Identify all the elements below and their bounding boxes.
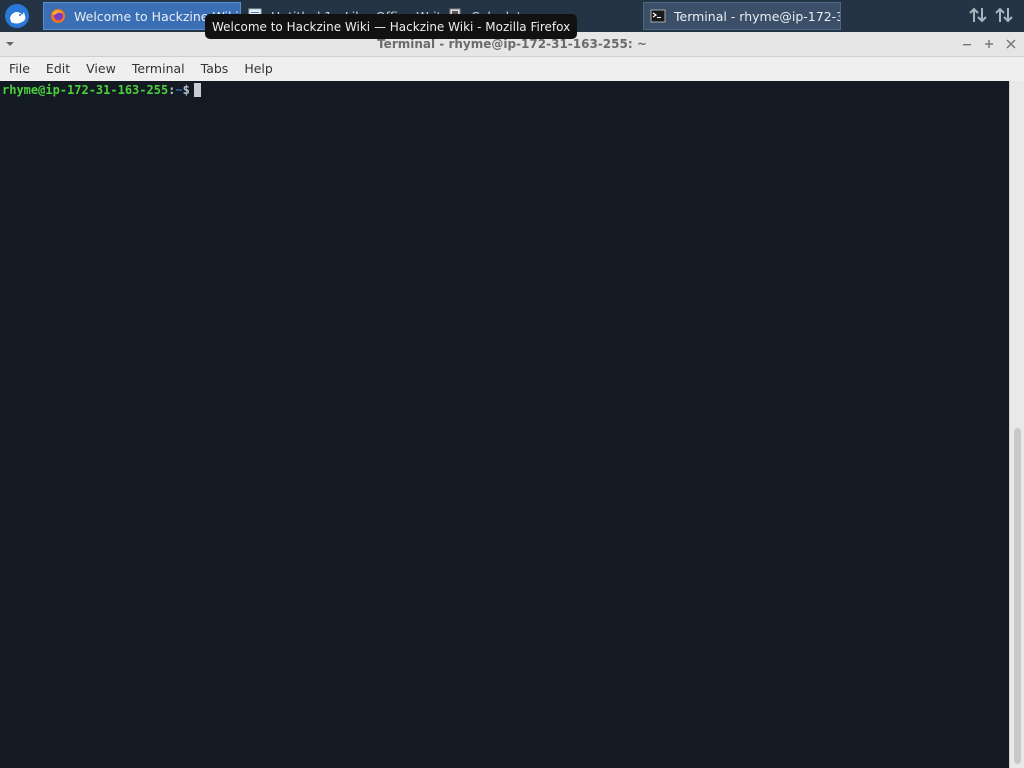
whisker-menu-icon[interactable] — [0, 0, 34, 32]
close-button[interactable] — [1002, 35, 1020, 53]
menu-edit[interactable]: Edit — [38, 57, 78, 81]
menu-tabs[interactable]: Tabs — [193, 57, 237, 81]
menu-help[interactable]: Help — [236, 57, 281, 81]
menubar: File Edit View Terminal Tabs Help — [0, 57, 1024, 81]
network-transfer-icon[interactable] — [968, 5, 988, 25]
minimize-icon — [963, 44, 971, 46]
task-terminal[interactable]: Terminal - rhyme@ip-172-31... — [643, 2, 841, 30]
menu-view[interactable]: View — [78, 57, 124, 81]
firefox-icon — [51, 9, 65, 23]
scrollbar-thumb[interactable] — [1014, 428, 1021, 764]
terminal-output[interactable]: rhyme@ip-172-31-163-255:~$ — [0, 81, 1009, 768]
task-tooltip: Welcome to Hackzine Wiki — Hackzine Wiki… — [205, 14, 578, 39]
prompt-path: ~ — [175, 83, 183, 97]
menu-file[interactable]: File — [1, 57, 38, 81]
minimize-button[interactable] — [958, 35, 976, 53]
text-cursor — [193, 83, 201, 97]
shell-prompt: rhyme@ip-172-31-163-255:~$ — [2, 83, 201, 97]
network-transfer-icon[interactable] — [994, 5, 1014, 25]
system-tray — [968, 5, 1014, 25]
tooltip-text: Welcome to Hackzine Wiki — Hackzine Wiki… — [212, 19, 571, 34]
window-title: Terminal - rhyme@ip-172-31-163-255: ~ — [377, 37, 647, 51]
terminal-icon — [650, 9, 666, 23]
maximize-icon — [985, 40, 993, 48]
close-icon — [1006, 39, 1016, 49]
task-label: Terminal - rhyme@ip-172-31... — [674, 8, 840, 24]
terminal-scrollbar[interactable] — [1009, 81, 1024, 768]
menu-terminal[interactable]: Terminal — [124, 57, 193, 81]
maximize-button[interactable] — [980, 35, 998, 53]
prompt-symbol: $ — [182, 83, 190, 97]
prompt-user: rhyme@ip-172-31-163-255 — [2, 83, 169, 97]
